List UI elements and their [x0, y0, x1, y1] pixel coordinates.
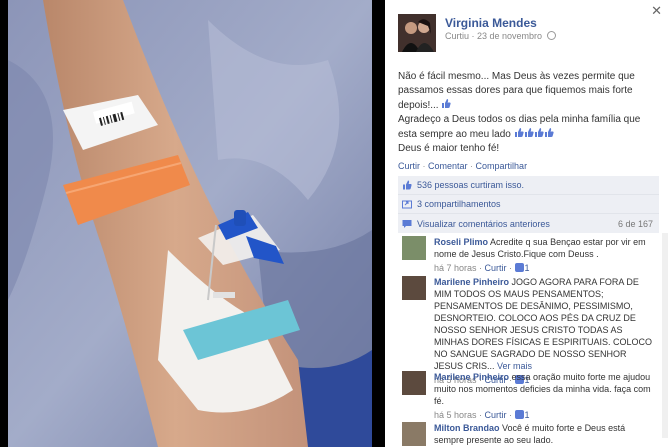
thumbs-up-icon	[524, 128, 534, 137]
thumbs-up-icon	[403, 180, 412, 190]
commenter-avatar[interactable]	[402, 276, 426, 300]
globe-icon	[546, 31, 556, 40]
likes-count[interactable]: 536 pessoas curtiram isso.	[417, 180, 524, 190]
view-previous-row[interactable]: Visualizar comentários anteriores 6 de 1…	[398, 214, 659, 233]
shares-row[interactable]: 3 compartilhamentos	[398, 195, 659, 214]
comment-icon	[402, 219, 412, 228]
comment-count: 6 de 167	[617, 218, 653, 229]
photo-viewer	[0, 0, 385, 447]
comment-text: JOGO AGORA PARA FORA DE MIM TODOS OS MAU…	[434, 277, 653, 371]
close-icon[interactable]: ✕	[651, 3, 662, 19]
comment-meta: há 7 horas · Curtir · 1	[434, 263, 530, 273]
author-avatar[interactable]	[398, 14, 436, 52]
comment-body: Marilene Pinheiro JOGO AGORA PARA FORA D…	[434, 276, 656, 386]
hospital-arm-photo	[8, 0, 372, 447]
commenter-name[interactable]: Roseli Plimo	[434, 237, 488, 247]
comment-body: Milton Brandao Você é muito forte e Deus…	[434, 422, 656, 446]
commenter-avatar[interactable]	[402, 371, 426, 395]
comment-body: Roseli Plimo Acredite q sua Bençao estar…	[434, 236, 656, 274]
commenter-name[interactable]: Milton Brandao	[434, 423, 500, 433]
comment-time: há 5 horas	[434, 410, 477, 420]
likes-row[interactable]: 536 pessoas curtiram isso.	[398, 176, 659, 195]
post-panel: ✕ Virginia Mendes Curtiu · 23 de novembr…	[385, 0, 670, 447]
share-link[interactable]: Compartilhar	[476, 161, 528, 171]
thumbs-up-icon	[442, 99, 452, 108]
post-line-3: Deus é maior tenho fé!	[398, 143, 500, 154]
comment-body: Marilene Pinheiro essa oração muito fort…	[434, 371, 656, 421]
thumbs-up-icon	[534, 128, 544, 137]
comment-likes-count[interactable]: 1	[525, 410, 530, 420]
commenter-avatar[interactable]	[402, 236, 426, 260]
post-meta: Curtiu · 23 de novembro	[445, 31, 556, 41]
comment-time: há 7 horas	[434, 263, 477, 273]
like-link[interactable]: Curtir	[398, 161, 420, 171]
comments-scrollbar[interactable]	[662, 233, 668, 438]
commenter-name[interactable]: Marilene Pinheiro	[434, 277, 509, 287]
thumbs-up-icon	[514, 263, 524, 272]
share-icon	[402, 200, 412, 209]
comment-link[interactable]: Comentar	[428, 161, 468, 171]
shares-count[interactable]: 3 compartilhamentos	[417, 199, 501, 209]
post-actions: Curtir · Comentar · Compartilhar	[398, 161, 527, 171]
comment-like-link[interactable]: Curtir	[485, 410, 507, 420]
thumbs-up-icon	[544, 128, 554, 137]
post-line-1: Não é fácil mesmo... Mas Deus às vezes p…	[398, 71, 635, 111]
post-text: Não é fácil mesmo... Mas Deus às vezes p…	[398, 70, 660, 156]
author-name[interactable]: Virginia Mendes	[445, 16, 537, 30]
feedback-box: 536 pessoas curtiram isso. 3 compartilha…	[398, 176, 659, 233]
comment-likes-count[interactable]: 1	[525, 263, 530, 273]
post-timestamp: Curtiu · 23 de novembro	[445, 31, 543, 41]
commenter-avatar[interactable]	[402, 422, 426, 446]
thumbs-up-icon	[514, 128, 524, 137]
comment-meta: há 5 horas · Curtir · 1	[434, 410, 530, 420]
see-more-link[interactable]: Ver mais	[497, 361, 532, 371]
view-previous-comments[interactable]: Visualizar comentários anteriores	[417, 219, 550, 229]
thumbs-up-icon	[514, 410, 524, 419]
commenter-name[interactable]: Marilene Pinheiro	[434, 372, 509, 382]
comment-like-link[interactable]: Curtir	[485, 263, 507, 273]
